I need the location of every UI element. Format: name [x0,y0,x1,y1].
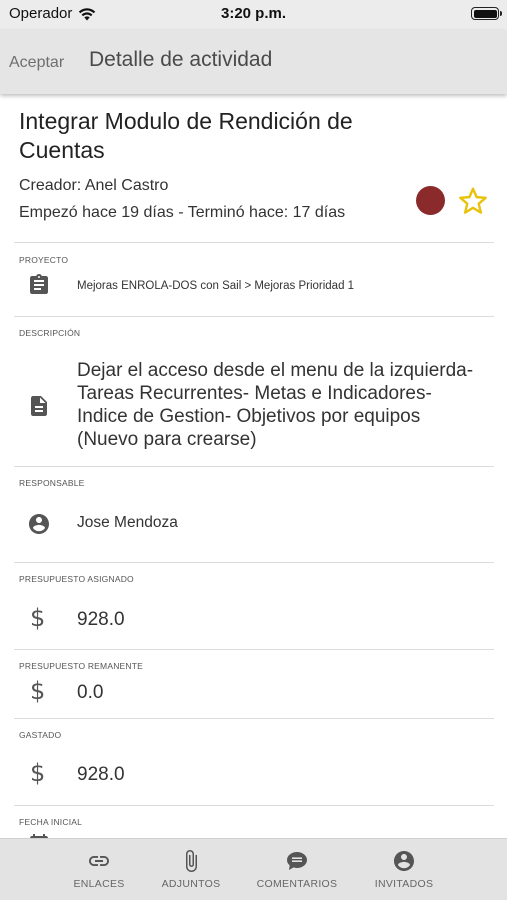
status-indicator [416,186,445,215]
description-value: Dejar el acceso desde el menu de la izqu… [77,360,474,450]
dollar-icon: $ [30,604,46,632]
tab-guests[interactable]: INVITADOS [354,849,454,890]
divider [14,649,494,650]
divider [14,718,494,719]
document-icon [31,396,47,416]
accept-button[interactable]: Aceptar [9,54,64,72]
remaining-budget-label: PRESUPUESTO REMANENTE [19,661,144,671]
responsible-label: RESPONSABLE [19,478,85,488]
divider [14,316,494,317]
navigation-bar: Aceptar Detalle de actividad [0,30,507,94]
tab-comments-label: COMENTARIOS [256,878,338,890]
spent-value: 928.0 [77,764,125,785]
tab-guests-label: INVITADOS [374,878,434,890]
clock: 3:20 p.m. [220,5,287,22]
status-bar: Operador 3:20 p.m. [0,0,507,30]
page-title: Detalle de actividad [89,48,273,71]
tab-attachments-label: ADJUNTOS [161,878,221,890]
comment-icon [287,852,307,870]
responsible-value: Jose Mendoza [77,514,178,531]
account-circle-icon [29,514,49,534]
assigned-budget-value: 928.0 [77,609,125,630]
tab-links[interactable]: ENLACES [49,849,149,890]
clipboard-icon [30,274,48,294]
divider [14,466,494,467]
divider [14,562,494,563]
star-icon[interactable] [457,185,489,217]
activity-dates: Empezó hace 19 días - Terminó hace: 17 d… [19,204,346,221]
activity-creator: Creador: Anel Castro [19,177,169,194]
activity-detail-content[interactable]: Integrar Modulo de Rendición de Cuentas … [0,94,507,838]
activity-title: Integrar Modulo de Rendición de Cuentas [19,108,353,163]
tab-attachments[interactable]: ADJUNTOS [141,849,241,890]
tab-links-label: ENLACES [73,878,125,890]
account-circle-icon [394,851,414,871]
start-date-label: FECHA INICIAL [19,817,83,827]
dollar-icon: $ [30,759,46,787]
divider [14,805,494,806]
dollar-icon: $ [30,677,46,705]
spent-label: GASTADO [19,730,62,740]
remaining-budget-value: 0.0 [77,682,104,703]
link-icon [89,856,109,866]
project-label: PROYECTO [19,255,69,265]
tab-comments[interactable]: COMENTARIOS [247,849,347,890]
battery-icon [471,7,502,20]
project-value[interactable]: Mejoras ENROLA-DOS con Sail > Mejoras Pr… [77,280,354,292]
description-label: DESCRIPCIÓN [19,328,81,338]
paperclip-icon [186,850,197,872]
divider [14,242,494,243]
assigned-budget-label: PRESUPUESTO ASIGNADO [19,574,134,584]
bottom-tab-bar: ENLACES ADJUNTOS COMENTARIOS INVITADOS [0,838,507,900]
